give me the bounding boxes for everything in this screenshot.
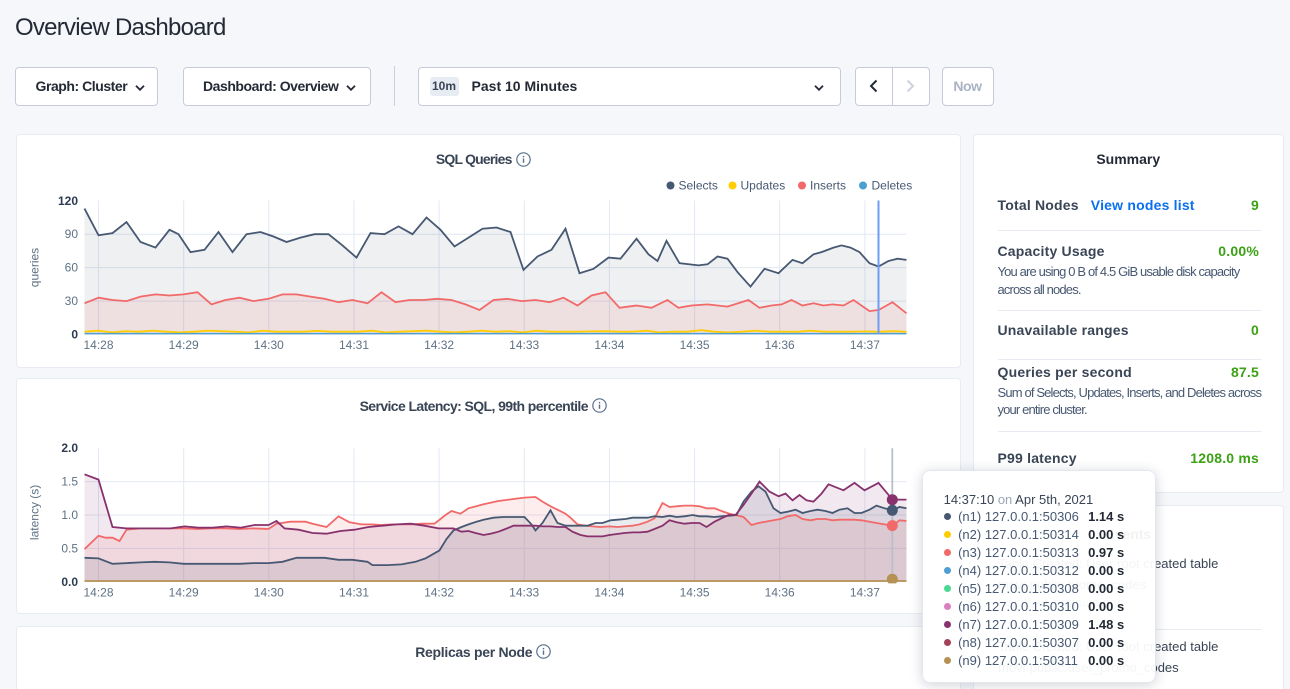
svg-text:14:32: 14:32 <box>424 338 454 352</box>
svg-text:Inserts: Inserts <box>810 178 846 192</box>
svg-text:1.0: 1.0 <box>61 508 78 522</box>
svg-text:120: 120 <box>57 193 77 207</box>
svg-text:14:34: 14:34 <box>594 585 624 599</box>
svg-text:Deletes: Deletes <box>871 178 912 192</box>
svg-text:Updates: Updates <box>740 178 785 192</box>
svg-text:1.5: 1.5 <box>61 474 78 488</box>
svg-text:90: 90 <box>64 227 78 241</box>
svg-text:14:35: 14:35 <box>679 338 709 352</box>
svg-text:14:33: 14:33 <box>509 338 539 352</box>
svg-text:14:32: 14:32 <box>424 585 454 599</box>
svg-text:14:33: 14:33 <box>509 585 539 599</box>
svg-text:14:30: 14:30 <box>253 338 283 352</box>
svg-text:14:35: 14:35 <box>679 585 709 599</box>
svg-text:0.5: 0.5 <box>61 541 78 555</box>
svg-text:2.0: 2.0 <box>61 441 78 455</box>
svg-text:30: 30 <box>64 294 78 308</box>
svg-text:14:36: 14:36 <box>764 338 794 352</box>
svg-text:0.0: 0.0 <box>61 574 78 588</box>
svg-text:14:36: 14:36 <box>764 585 794 599</box>
svg-text:14:28: 14:28 <box>83 338 113 352</box>
svg-text:14:31: 14:31 <box>338 585 368 599</box>
svg-text:0: 0 <box>71 327 78 341</box>
svg-text:14:34: 14:34 <box>594 338 624 352</box>
svg-text:14:28: 14:28 <box>83 585 113 599</box>
svg-text:Selects: Selects <box>678 178 717 192</box>
svg-text:queries: queries <box>27 247 41 286</box>
svg-text:14:29: 14:29 <box>168 585 198 599</box>
svg-text:14:29: 14:29 <box>168 338 198 352</box>
svg-text:14:31: 14:31 <box>338 338 368 352</box>
svg-text:60: 60 <box>64 260 78 274</box>
svg-text:14:37: 14:37 <box>849 338 879 352</box>
svg-text:latency (s): latency (s) <box>27 484 41 539</box>
svg-text:14:37: 14:37 <box>849 585 879 599</box>
svg-text:14:30: 14:30 <box>253 585 283 599</box>
